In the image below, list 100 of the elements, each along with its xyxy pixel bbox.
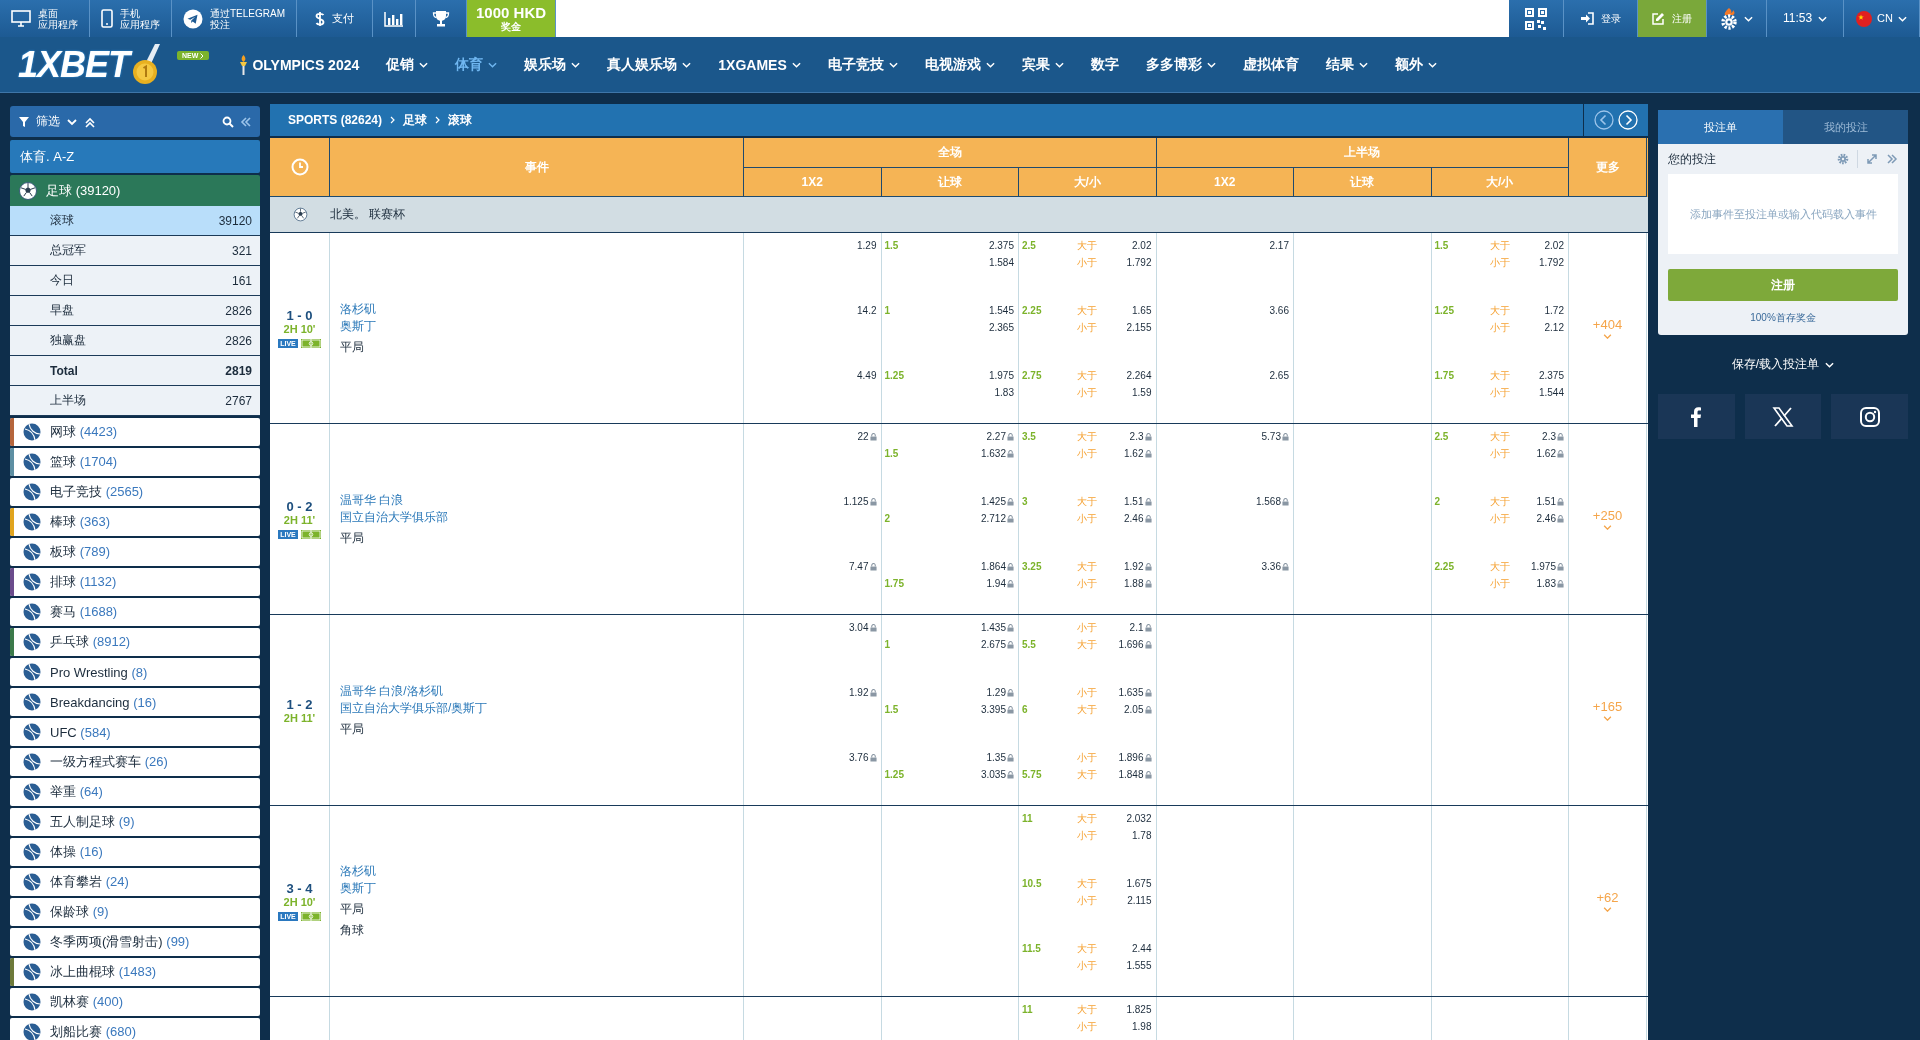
nav-menu-item[interactable]: 虚拟体育	[1242, 55, 1299, 74]
sidebar-subitem[interactable]: Total 2819	[10, 356, 260, 386]
odds-value[interactable]: 1.568	[1255, 496, 1281, 507]
sport-item[interactable]: 网球 (4423)	[10, 418, 260, 446]
odds-value[interactable]: 1.29	[986, 687, 1006, 698]
odds-value[interactable]: 1.92	[849, 687, 869, 698]
odds-value[interactable]: 2.3	[1542, 431, 1556, 442]
odds-value[interactable]: 2.05	[1124, 704, 1144, 715]
sport-category-header[interactable]: 足球 (39120)	[10, 175, 260, 206]
odds-value[interactable]: 3.66	[1269, 305, 1289, 316]
sport-item[interactable]: 板球 (789)	[10, 538, 260, 566]
odds-value[interactable]: 1.584	[988, 257, 1014, 268]
odds-value[interactable]: 3.035	[980, 769, 1006, 780]
odds-value[interactable]: 1.792	[1538, 257, 1564, 268]
odds-value[interactable]: 2.46	[1536, 513, 1556, 524]
odds-value[interactable]: 1.975	[988, 370, 1014, 381]
sport-item[interactable]: 电子竞技 (2565)	[10, 478, 260, 506]
odds-value[interactable]: 22	[857, 431, 869, 442]
instagram-button[interactable]	[1831, 394, 1908, 439]
odds-value[interactable]: 1.88	[1124, 578, 1144, 589]
team-name[interactable]: 洛杉矶	[340, 863, 743, 880]
sport-item[interactable]: 体育攀岩 (24)	[10, 868, 260, 896]
odds-value[interactable]: 2.115	[1127, 895, 1152, 906]
sport-item[interactable]: 乒乓球 (8912)	[10, 628, 260, 656]
sport-item[interactable]: 篮球 (1704)	[10, 448, 260, 476]
sport-item[interactable]: 保龄球 (9)	[10, 898, 260, 926]
settings-icon[interactable]	[1837, 153, 1849, 165]
odds-value[interactable]: 1.425	[980, 496, 1006, 507]
odds-value[interactable]: 2.65	[1269, 370, 1289, 381]
odds-value[interactable]: 1.59	[1132, 387, 1152, 398]
odds-value[interactable]: 2.12	[1544, 322, 1564, 333]
team-name[interactable]: 温哥华 白浪/洛杉矶	[340, 682, 743, 700]
sport-item[interactable]: 排球 (1132)	[10, 568, 260, 596]
login-button[interactable]: 登录	[1563, 0, 1638, 37]
sport-item[interactable]: 体操 (16)	[10, 838, 260, 866]
nav-menu-item[interactable]: 多多博彩	[1145, 55, 1216, 74]
odds-value[interactable]: 7.47	[849, 561, 869, 572]
odds-value[interactable]: 1.544	[1538, 387, 1564, 398]
odds-value[interactable]: 2.712	[980, 513, 1006, 524]
sport-item[interactable]: 棒球 (363)	[10, 508, 260, 536]
odds-value[interactable]: 5.73	[1261, 431, 1281, 442]
odds-value[interactable]: 1.848	[1118, 769, 1144, 780]
nav-menu-item[interactable]: 电视游戏	[924, 55, 995, 74]
nav-menu-item[interactable]: 结果	[1325, 55, 1368, 74]
odds-value[interactable]: 1.792	[1126, 257, 1152, 268]
team-name[interactable]: 国立自治大学俱乐部	[340, 508, 743, 526]
odds-value[interactable]: 1.62	[1124, 448, 1144, 459]
odds-value[interactable]: 2.44	[1132, 943, 1152, 954]
qr-code-button[interactable]	[1508, 0, 1564, 37]
mobile-app-button[interactable]: 手机 应用程序	[90, 0, 172, 37]
odds-value[interactable]: 1.83	[994, 387, 1014, 398]
sport-item[interactable]: 一级方程式赛车 (26)	[10, 748, 260, 776]
expand-icon[interactable]	[1866, 153, 1878, 165]
nav-menu-item[interactable]: 娱乐场	[524, 55, 581, 74]
nav-menu-item[interactable]: 宾果	[1021, 55, 1064, 74]
odds-value[interactable]: 1.92	[1124, 561, 1144, 572]
sport-item[interactable]: 五人制足球 (9)	[10, 808, 260, 836]
sport-item[interactable]: Pro Wrestling (8)	[10, 658, 260, 686]
breadcrumb-link[interactable]: 足球	[403, 111, 428, 129]
odds-value[interactable]: 14.2	[857, 305, 877, 316]
breadcrumb-link[interactable]: 滚球	[448, 111, 473, 129]
league-name[interactable]: 北美。 联赛杯	[330, 206, 406, 223]
odds-value[interactable]: 3.36	[1261, 561, 1281, 572]
breadcrumb-link[interactable]: SPORTS (82624)	[288, 113, 383, 127]
sport-item[interactable]: 举重 (64)	[10, 778, 260, 806]
odds-value[interactable]: 1.864	[980, 561, 1006, 572]
odds-value[interactable]: 1.675	[1126, 878, 1152, 889]
team-name[interactable]: 奥斯丁	[340, 880, 743, 897]
team-name[interactable]: 温哥华 白浪	[340, 491, 743, 509]
odds-value[interactable]: 1.125	[843, 496, 869, 507]
odds-value[interactable]: 2.675	[980, 639, 1006, 650]
sport-item[interactable]: 冰上曲棍球 (1483)	[10, 958, 260, 986]
settings-button[interactable]	[1706, 0, 1767, 37]
odds-value[interactable]: 2.375	[1538, 370, 1564, 381]
nav-menu-item[interactable]: 电子竞技	[827, 55, 898, 74]
desktop-app-button[interactable]: 桌面 应用程序	[0, 0, 90, 37]
facebook-button[interactable]	[1658, 394, 1735, 439]
odds-value[interactable]: 1.94	[986, 578, 1006, 589]
odds-value[interactable]: 2.27	[986, 431, 1006, 442]
sport-item[interactable]: 划船比赛 (680)	[10, 1018, 260, 1040]
team-name[interactable]: 洛杉矶	[340, 300, 743, 318]
odds-value[interactable]: 1.51	[1536, 496, 1556, 507]
sports-a-z-header[interactable]: 体育. A-Z	[10, 140, 260, 173]
odds-value[interactable]: 2.02	[1132, 240, 1152, 251]
odds-value[interactable]: 1.435	[980, 622, 1006, 633]
odds-value[interactable]: 2.17	[1269, 240, 1289, 251]
betslip-tab[interactable]: 我的投注	[1783, 110, 1908, 144]
odds-value[interactable]: 1.975	[1530, 561, 1556, 572]
odds-value[interactable]: 2.1	[1129, 622, 1144, 633]
olympics-link[interactable]: OLYMPICS 2024	[252, 56, 360, 73]
trophy-button[interactable]	[416, 0, 467, 37]
clock-dropdown[interactable]: 11:53	[1766, 0, 1845, 37]
sidebar-subitem[interactable]: 今日 161	[10, 266, 260, 296]
odds-value[interactable]: 1.555	[1126, 960, 1152, 971]
odds-value[interactable]: 3.76	[849, 752, 869, 763]
collapse-left-icon[interactable]	[240, 115, 252, 128]
odds-value[interactable]: 2.032	[1126, 813, 1152, 824]
team-name[interactable]: 国立自治大学俱乐部/奥斯丁	[340, 699, 743, 717]
odds-value[interactable]: 2.375	[988, 240, 1014, 251]
statistics-button[interactable]	[373, 0, 416, 37]
